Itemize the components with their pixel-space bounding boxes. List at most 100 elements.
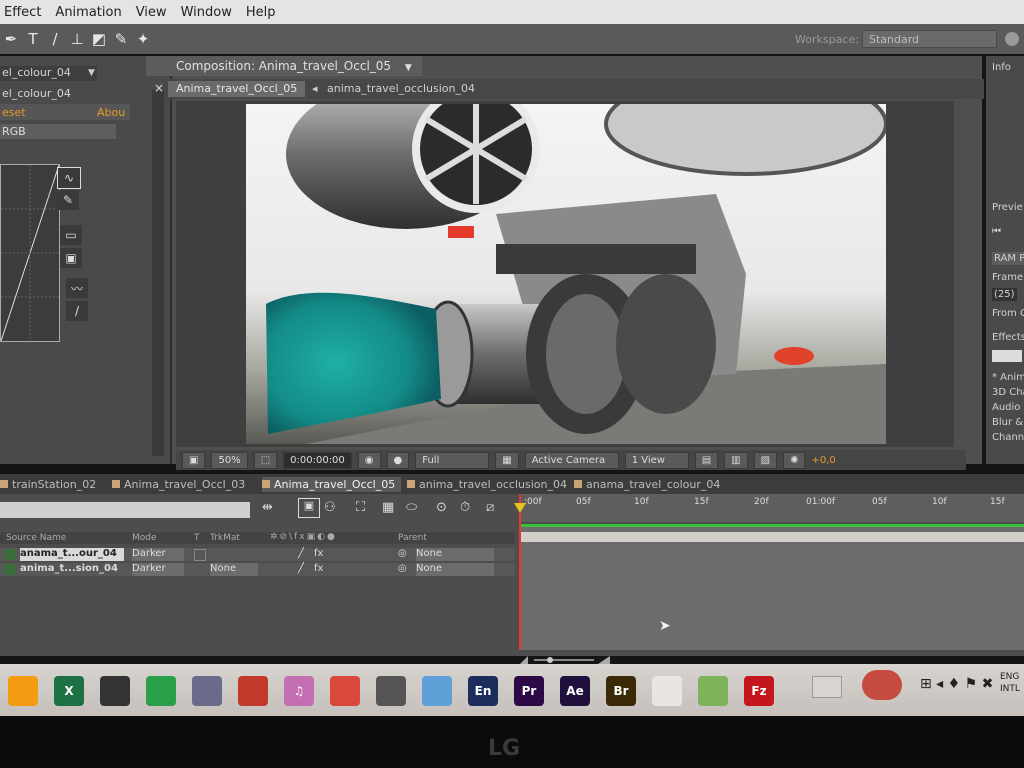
work-area-bar[interactable] <box>520 524 1024 527</box>
resolution-select[interactable]: Full <box>415 451 490 469</box>
taskbar-app-icon[interactable]: Br <box>606 676 636 706</box>
pen-tool-icon[interactable]: ✒ <box>0 28 22 50</box>
taskbar-app-icon[interactable] <box>100 676 130 706</box>
timeline-tab[interactable]: anama_travel_colour_04 <box>574 477 720 492</box>
playhead-handle-icon[interactable] <box>514 503 526 513</box>
close-icon[interactable]: × <box>154 81 164 95</box>
quality-icon[interactable]: ╱ <box>298 563 304 574</box>
chevron-down-icon[interactable]: ▼ <box>405 63 412 73</box>
zoom-select[interactable]: 50% <box>211 451 248 469</box>
current-time-indicator[interactable] <box>519 494 521 650</box>
parent-select[interactable]: None <box>416 563 494 576</box>
layer-row[interactable]: anama_t...our_04 Darker ╱ fx ◎ None <box>0 548 515 561</box>
layer-name[interactable]: anima_t...sion_04 <box>20 563 124 576</box>
about-link[interactable]: Abou <box>97 106 125 119</box>
save-icon[interactable]: ▣ <box>60 248 82 268</box>
toggle-pixel-aspect-icon[interactable]: ▤ <box>694 451 719 469</box>
taskbar-app-icon[interactable] <box>192 676 222 706</box>
eraser-icon[interactable]: ◩ <box>88 28 110 50</box>
timeline-zoom-slider[interactable] <box>520 654 620 664</box>
graph-editor-icon[interactable]: ⊙ <box>436 500 447 515</box>
motion-blur-icon[interactable]: ▦ <box>382 500 394 515</box>
taskbar-app-icon[interactable] <box>376 676 406 706</box>
layer-row[interactable]: anima_t...sion_04 Darker None ╱ fx ◎ Non… <box>0 563 515 576</box>
from-current-checkbox[interactable]: From C <box>992 308 1024 319</box>
layer-mode-select[interactable]: Darker <box>132 563 184 576</box>
pickwhip-icon[interactable]: ◎ <box>398 563 407 574</box>
transparency-grid-icon[interactable]: ▦ <box>495 451 519 469</box>
comp-mini-flowchart-icon[interactable]: ⇹ <box>262 500 273 515</box>
column-parent[interactable]: Parent <box>398 533 427 543</box>
open-folder-icon[interactable]: ▭ <box>60 225 82 245</box>
stopwatch-icon[interactable]: ⏱ <box>460 500 470 515</box>
effect-category-channel[interactable]: Channel <box>992 432 1024 443</box>
timeline-tab[interactable]: Anima_travel_Occl_03 <box>112 477 245 492</box>
camera-select[interactable]: Active Camera <box>524 451 619 469</box>
column-source-name[interactable]: Source Name <box>6 533 66 543</box>
timeline-icon[interactable]: ▧ <box>753 451 778 469</box>
smooth-icon[interactable]: 〰 <box>66 278 88 298</box>
column-trkmat[interactable]: TrkMat <box>210 533 240 543</box>
column-mode[interactable]: Mode <box>132 533 157 543</box>
exposure-icon[interactable]: ✺ <box>783 451 806 469</box>
tray-language[interactable]: ENG <box>1000 672 1019 682</box>
roto-brush-icon[interactable]: ✎ <box>110 28 132 50</box>
preview-tab[interactable]: Previe <box>992 202 1023 213</box>
effect-category-animation[interactable]: * Animatio <box>992 372 1024 383</box>
left-panel-scrollbar[interactable] <box>152 90 164 456</box>
info-tab[interactable]: Info <box>992 62 1011 73</box>
reset-link[interactable]: eset <box>2 106 26 119</box>
nav-current-comp[interactable]: Anima_travel_Occl_05 <box>168 81 306 97</box>
nav-parent-comp[interactable]: anima_travel_occlusion_04 <box>319 81 483 97</box>
effect-category-blur[interactable]: Blur & Shar <box>992 417 1024 428</box>
layer-mode-select[interactable]: Darker <box>132 548 184 561</box>
tray-language-layout[interactable]: INTL <box>1000 684 1020 694</box>
exposure-value[interactable]: +0,0 <box>811 455 835 466</box>
type-tool-icon[interactable]: T <box>22 28 44 50</box>
effects-presets-tab[interactable]: Effects & P <box>992 332 1024 343</box>
timeline-search-input[interactable] <box>0 502 250 518</box>
puppet-pin-icon[interactable]: ✦ <box>132 28 154 50</box>
taskbar-app-icon[interactable] <box>698 676 728 706</box>
parent-select[interactable]: None <box>416 548 494 561</box>
frame-blending-icon[interactable]: ⛶ <box>356 500 365 515</box>
effects-search-input[interactable] <box>992 350 1022 362</box>
taskbar-app-icon[interactable]: Pr <box>514 676 544 706</box>
column-t[interactable]: T <box>194 533 200 543</box>
view-layout-select[interactable]: 1 View <box>624 451 689 469</box>
layer-track-area[interactable] <box>520 524 1024 650</box>
curves-graph[interactable] <box>0 164 60 342</box>
taskbar-app-icon[interactable]: Ae <box>560 676 590 706</box>
composition-tab[interactable]: Composition: Anima_travel_Occl_05 ▼ × <box>146 56 422 95</box>
camera-snapshot-icon[interactable]: ◉ <box>357 451 381 469</box>
color-channel-icon[interactable]: ● <box>386 451 410 469</box>
taskbar-app-icon[interactable] <box>652 676 682 706</box>
taskbar-app-icon[interactable]: Fz <box>744 676 774 706</box>
taskbar-app-icon[interactable] <box>146 676 176 706</box>
frame-rate-field[interactable]: (25) <box>992 288 1017 301</box>
menu-animation[interactable]: Animation <box>55 5 121 20</box>
region-of-interest-icon[interactable]: ⬚ <box>253 451 278 469</box>
taskbar-app-icon[interactable] <box>8 676 38 706</box>
skip-back-icon[interactable]: ⏮ <box>992 226 1001 237</box>
pickwhip-icon[interactable]: ◎ <box>398 548 407 559</box>
taskbar-app-icon[interactable]: X <box>54 676 84 706</box>
clone-stamp-icon[interactable]: ⊥ <box>66 28 88 50</box>
menu-view[interactable]: View <box>136 5 167 20</box>
tray-arrow-icon[interactable]: ⊞ ◂ ♦ ⚑ ✖ <box>920 676 993 692</box>
workspace-search-icon[interactable] <box>1005 32 1019 46</box>
reset-curve-icon[interactable]: / <box>66 301 88 321</box>
effect-category-audio[interactable]: Audio <box>992 402 1020 413</box>
timeline-tab[interactable]: trainStation_02 <box>0 477 96 492</box>
magnify-icon[interactable]: ▣ <box>182 451 206 469</box>
shy-layers-icon[interactable]: ⚇ <box>324 500 336 515</box>
effect-category-3d[interactable]: 3D Channe <box>992 387 1024 398</box>
menu-window[interactable]: Window <box>181 5 232 20</box>
layer-label-color[interactable] <box>4 564 16 575</box>
fx-icon[interactable]: fx <box>314 548 323 559</box>
brainstorm-icon[interactable]: ⬭ <box>406 500 417 515</box>
timecode-display[interactable]: 0:00:00:00 <box>283 451 352 469</box>
fast-previews-icon[interactable]: ▥ <box>724 451 748 469</box>
chevron-down-icon[interactable]: ▼ <box>88 68 95 78</box>
curve-tool-icon[interactable]: ∿ <box>57 167 81 189</box>
